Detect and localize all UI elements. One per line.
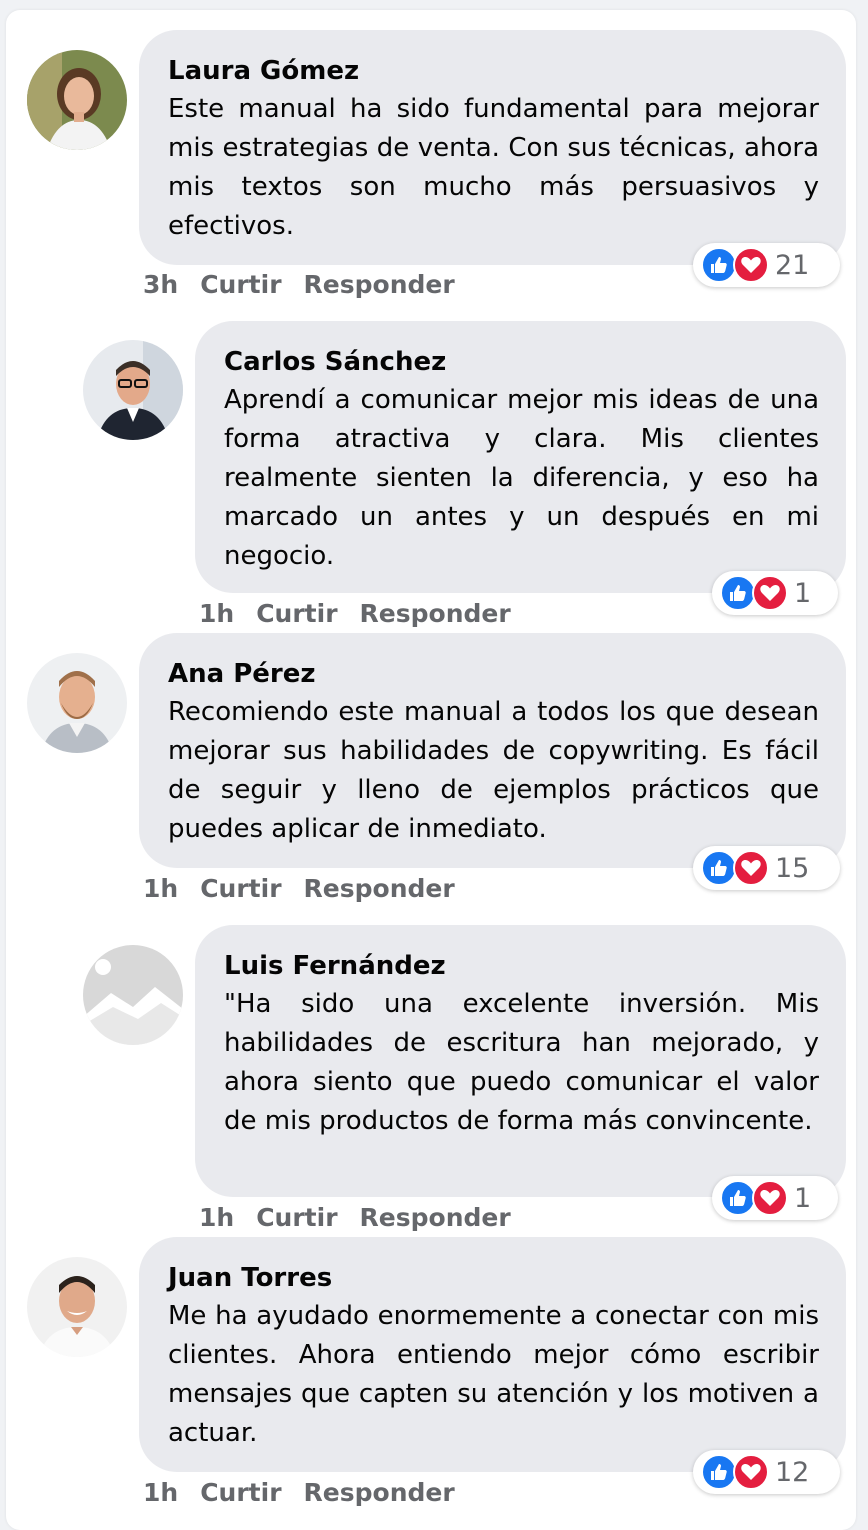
reaction-summary[interactable]: 1 (712, 1176, 838, 1220)
heart-icon (733, 247, 769, 283)
reply-button[interactable]: Responder (304, 1476, 455, 1510)
comment-actions: 3h Curtir Responder (143, 268, 455, 302)
reaction-count: 1 (794, 577, 812, 609)
comment-text: Recomiendo este manual a todos los que d… (168, 697, 819, 844)
reaction-count: 15 (775, 852, 810, 884)
comment-bubble: Ana Pérez Recomiendo este manual a todos… (139, 633, 846, 868)
man-glasses-portrait-icon (83, 340, 183, 440)
reaction-count: 1 (794, 1182, 812, 1214)
author-name[interactable]: Ana Pérez (168, 655, 819, 693)
thumbs-up-icon (701, 850, 737, 886)
avatar[interactable] (83, 945, 183, 1045)
like-button[interactable]: Curtir (200, 268, 281, 302)
reaction-summary[interactable]: 1 (712, 571, 838, 615)
thumbs-up-icon (701, 1454, 737, 1490)
thumbs-up-icon (701, 247, 737, 283)
reaction-count: 12 (775, 1456, 810, 1488)
thumbs-up-icon (720, 575, 756, 611)
timestamp[interactable]: 1h (143, 872, 178, 906)
avatar[interactable] (83, 340, 183, 440)
timestamp[interactable]: 3h (143, 268, 178, 302)
reply-button[interactable]: Responder (360, 1201, 511, 1235)
comment-actions: 1h Curtir Responder (199, 597, 511, 631)
comment-bubble: Juan Torres Me ha ayudado enormemente a … (139, 1237, 846, 1472)
like-button[interactable]: Curtir (200, 872, 281, 906)
man-beard-portrait-icon (27, 653, 127, 753)
author-name[interactable]: Carlos Sánchez (224, 343, 819, 381)
comment-text: Aprendí a comunicar mejor mis ideas de u… (224, 385, 819, 571)
comment-actions: 1h Curtir Responder (143, 1476, 455, 1510)
comment-text: Me ha ayudado enormemente a conectar con… (168, 1301, 819, 1448)
heart-icon (752, 1180, 788, 1216)
avatar[interactable] (27, 1257, 127, 1357)
reply-button[interactable]: Responder (304, 872, 455, 906)
avatar[interactable] (27, 50, 127, 150)
timestamp[interactable]: 1h (143, 1476, 178, 1510)
timestamp[interactable]: 1h (199, 597, 234, 631)
reaction-count: 21 (775, 249, 810, 281)
like-button[interactable]: Curtir (256, 597, 337, 631)
comment-text: "Ha sido una excelente inversión. Mis ha… (224, 989, 819, 1136)
heart-icon (733, 1454, 769, 1490)
comment-bubble: Laura Gómez Este manual ha sido fundamen… (139, 30, 846, 265)
heart-icon (752, 575, 788, 611)
reaction-summary[interactable]: 12 (693, 1450, 840, 1494)
like-button[interactable]: Curtir (200, 1476, 281, 1510)
author-name[interactable]: Laura Gómez (168, 52, 819, 90)
reply-button[interactable]: Responder (360, 597, 511, 631)
thumbs-up-icon (720, 1180, 756, 1216)
author-name[interactable]: Luis Fernández (224, 947, 819, 985)
comment-actions: 1h Curtir Responder (199, 1201, 511, 1235)
woman-portrait-icon (27, 50, 127, 150)
like-button[interactable]: Curtir (256, 1201, 337, 1235)
reaction-summary[interactable]: 21 (693, 243, 840, 287)
reaction-summary[interactable]: 15 (693, 846, 840, 890)
reply-button[interactable]: Responder (304, 268, 455, 302)
man-smiling-portrait-icon (27, 1257, 127, 1357)
comment-bubble: Luis Fernández "Ha sido una excelente in… (195, 925, 846, 1197)
comment-text: Este manual ha sido fundamental para mej… (168, 94, 819, 241)
comment-actions: 1h Curtir Responder (143, 872, 455, 906)
avatar[interactable] (27, 653, 127, 753)
heart-icon (733, 850, 769, 886)
comment-bubble: Carlos Sánchez Aprendí a comunicar mejor… (195, 321, 846, 593)
placeholder-image-icon (83, 945, 183, 1045)
timestamp[interactable]: 1h (199, 1201, 234, 1235)
author-name[interactable]: Juan Torres (168, 1259, 819, 1297)
